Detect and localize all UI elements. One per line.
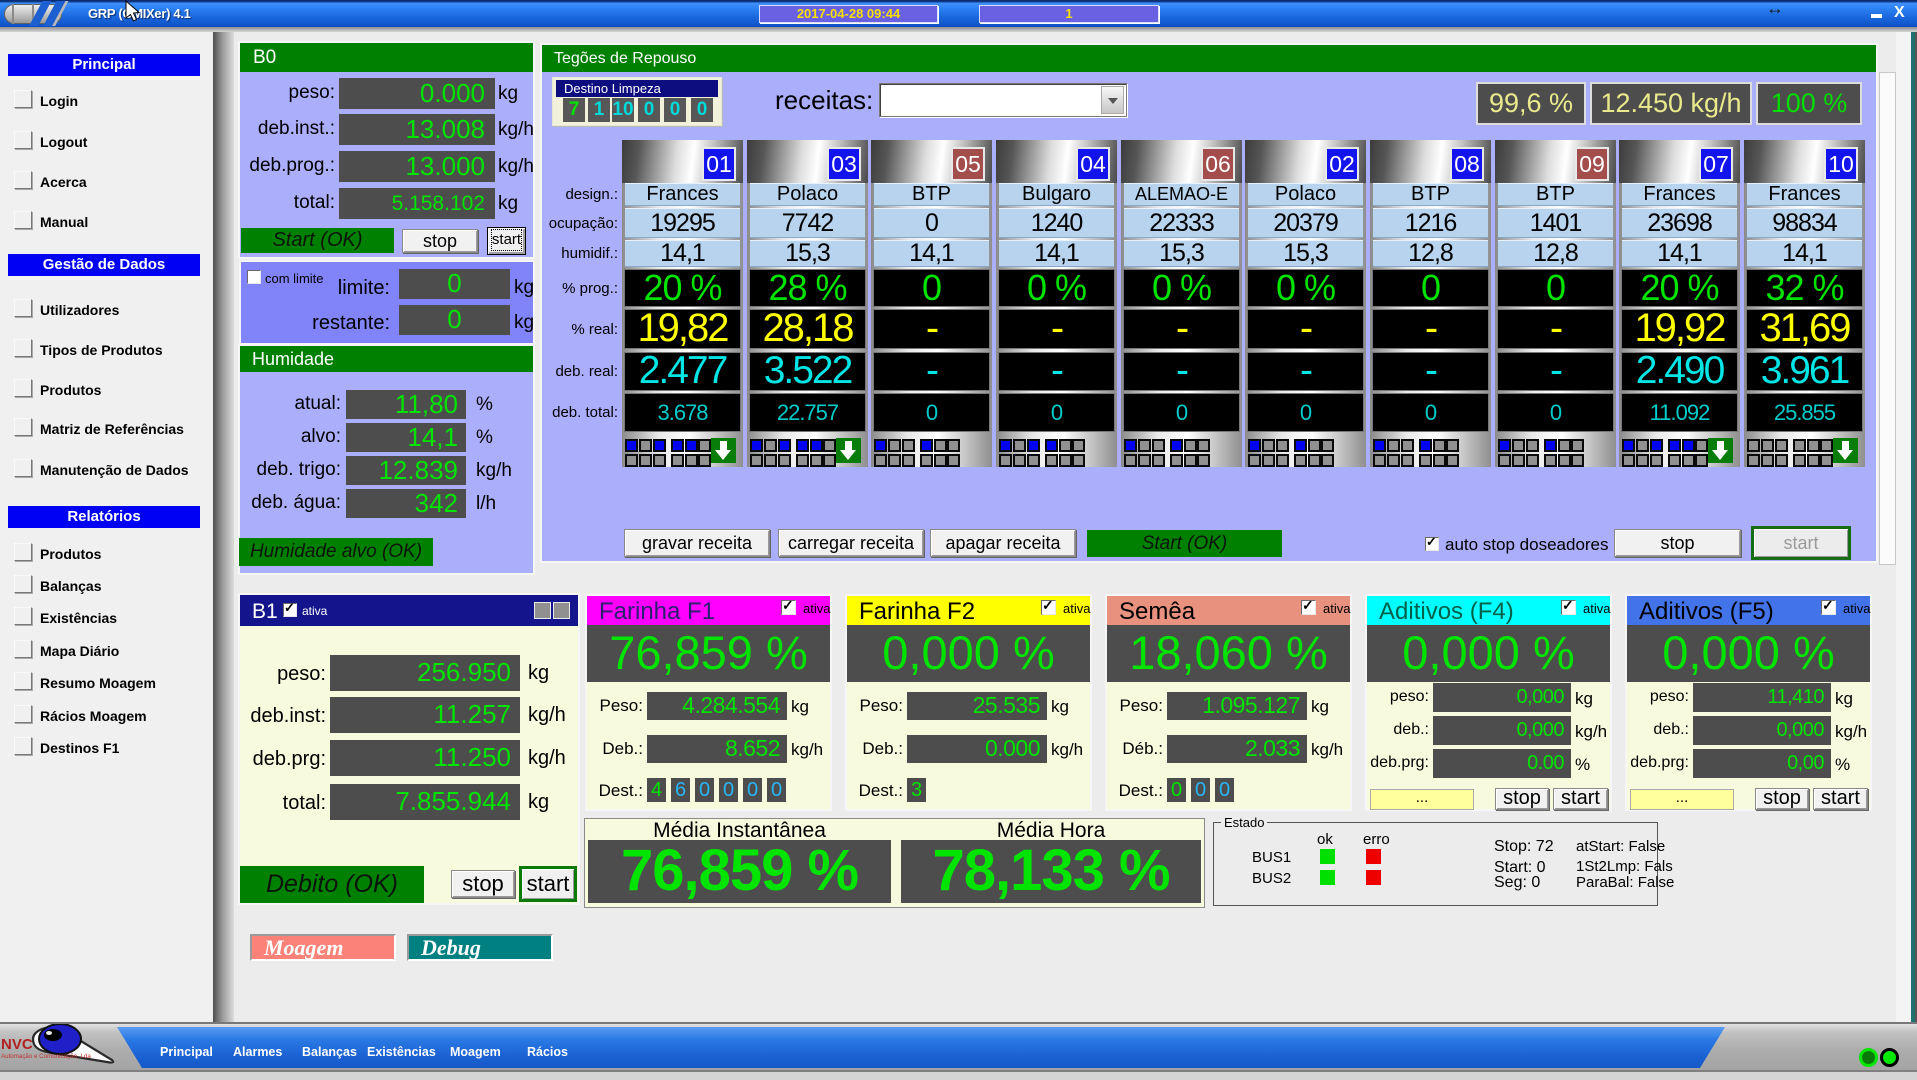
svg-text:Automação e Comunicação, Lda: Automação e Comunicação, Lda [1, 1053, 91, 1060]
svg-text:NVC: NVC [1, 1036, 33, 1053]
